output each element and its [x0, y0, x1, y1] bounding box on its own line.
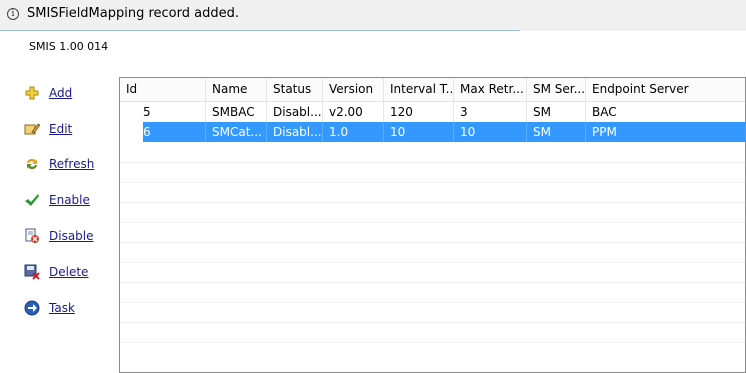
table-header: Id Name Status Version Interval T... Max… — [120, 78, 745, 102]
empty-row-line — [120, 302, 745, 303]
delete-icon — [24, 264, 40, 280]
empty-row-line — [120, 202, 745, 203]
cell-max-retries: 10 — [454, 122, 527, 142]
enable-button[interactable]: Enable — [24, 191, 90, 209]
notification-divider — [0, 30, 520, 31]
edit-icon — [24, 121, 41, 137]
cell-version: 1.0 — [323, 122, 384, 142]
edit-button[interactable]: Edit — [24, 120, 72, 138]
cell-name: SMCat... — [206, 122, 267, 142]
empty-row-line — [120, 342, 745, 343]
task-label: Task — [49, 301, 75, 315]
notification-bar: i SMISFieldMapping record added. — [0, 0, 746, 31]
cell-id: 5 — [137, 102, 206, 122]
cell-endpoint-server: BAC — [592, 105, 617, 119]
records-table: Id Name Status Version Interval T... Max… — [119, 77, 746, 373]
disable-label: Disable — [49, 229, 94, 243]
column-header-version[interactable]: Version — [323, 78, 384, 101]
task-arrow-icon — [24, 300, 40, 316]
column-header-sm-server[interactable]: SM Ser... — [527, 78, 586, 101]
empty-row-line — [120, 242, 745, 243]
refresh-icon — [24, 156, 40, 172]
column-header-name[interactable]: Name — [206, 78, 267, 101]
column-header-id[interactable]: Id — [120, 78, 206, 101]
cell-endpoint-server: PPM — [592, 125, 617, 139]
column-header-max-retries[interactable]: Max Retr... — [454, 78, 527, 101]
cell-status: Disabl... — [267, 122, 323, 142]
cell-sm-server: SM — [527, 122, 586, 142]
empty-row-line — [120, 222, 745, 223]
refresh-label: Refresh — [49, 157, 95, 171]
column-header-endpoint-server[interactable]: Endpoint Server — [586, 78, 745, 101]
delete-button[interactable]: Delete — [24, 263, 88, 281]
cell-max-retries: 3 — [454, 102, 527, 122]
task-button[interactable]: Task — [24, 299, 75, 317]
disable-icon — [24, 228, 40, 244]
column-header-status[interactable]: Status — [267, 78, 323, 101]
notification-text: SMISFieldMapping record added. — [27, 6, 239, 21]
empty-row-line — [120, 162, 745, 163]
empty-row-line — [120, 322, 745, 323]
cell-status: Disabl... — [267, 102, 323, 122]
add-button[interactable]: Add — [24, 84, 72, 102]
cell-id: 6 — [137, 122, 206, 142]
info-icon: i — [7, 8, 19, 20]
cell-interval: 120 — [384, 102, 454, 122]
column-header-interval[interactable]: Interval T... — [384, 78, 454, 101]
empty-row-line — [120, 182, 745, 183]
page-subtitle: SMIS 1.00 014 — [29, 40, 109, 53]
add-icon — [24, 85, 40, 101]
enable-label: Enable — [49, 193, 90, 207]
cell-version: v2.00 — [323, 102, 384, 122]
cell-sm-server: SM — [527, 102, 586, 122]
cell-name: SMBAC — [206, 102, 267, 122]
empty-row-line — [120, 282, 745, 283]
edit-label: Edit — [49, 122, 73, 136]
disable-button[interactable]: Disable — [24, 227, 94, 245]
empty-row-line — [120, 262, 745, 263]
table-row-selected[interactable]: 6 SMCat... Disabl... 1.0 10 10 SM PPM — [120, 122, 745, 142]
cell-interval: 10 — [384, 122, 454, 142]
delete-label: Delete — [49, 265, 89, 279]
enable-check-icon — [24, 192, 40, 208]
refresh-button[interactable]: Refresh — [24, 155, 94, 173]
add-label: Add — [49, 86, 73, 100]
table-row[interactable]: 5 SMBAC Disabl... v2.00 120 3 SM BAC — [120, 102, 745, 122]
